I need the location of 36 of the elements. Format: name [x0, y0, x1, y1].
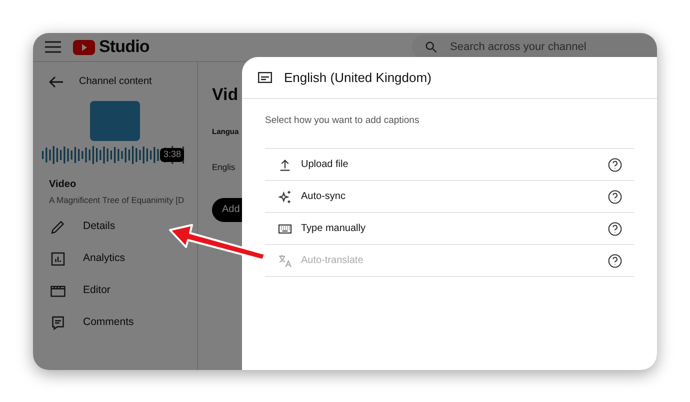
caption-option[interactable]: Type manually [265, 213, 634, 246]
option-label: Type manually [301, 222, 366, 236]
caption-option[interactable]: Auto-sync [265, 181, 634, 214]
help-icon[interactable] [608, 190, 622, 204]
translate-icon [277, 252, 293, 269]
channel-content-label: Channel content [79, 75, 152, 89]
caption-option[interactable]: Upload file [265, 149, 634, 182]
play-logo-icon [73, 40, 95, 54]
back-arrow-icon[interactable] [49, 76, 63, 88]
page-heading: Vid [212, 84, 240, 106]
option-label: Upload file [301, 158, 350, 172]
search-field[interactable]: Search across your channel [412, 35, 657, 59]
section-title: Video [49, 178, 78, 192]
comment-icon [49, 314, 67, 332]
thumbnail-placeholder [90, 101, 140, 141]
dialog-subtitle: Select how you want to add captions [265, 114, 420, 128]
option-label: Auto-sync [301, 190, 346, 204]
search-input[interactable]: Search across your channel [450, 38, 630, 56]
search-icon [424, 40, 438, 54]
logo-text: Studio [99, 36, 150, 58]
sidebar-item[interactable]: Comments [45, 306, 138, 339]
sidebar-item[interactable]: Analytics [45, 242, 130, 275]
captions-icon [258, 72, 272, 83]
table-cell: Englis [212, 160, 236, 174]
option-label: Auto-translate [301, 254, 364, 268]
chart-icon [49, 250, 67, 268]
duration-badge: 3:38 [160, 148, 184, 162]
dialog-title: English (United Kingdom) [284, 68, 432, 87]
add-button[interactable]: Add [212, 198, 242, 222]
menu-icon[interactable] [45, 41, 61, 53]
sidebar-item[interactable]: Editor [45, 274, 114, 307]
sidebar-item[interactable]: Details [45, 210, 120, 243]
help-icon[interactable] [608, 222, 622, 236]
sparkle-icon [277, 188, 293, 205]
video-title: A Magnificent Tree of Equanimity [D [49, 194, 185, 207]
help-icon[interactable] [608, 158, 622, 172]
